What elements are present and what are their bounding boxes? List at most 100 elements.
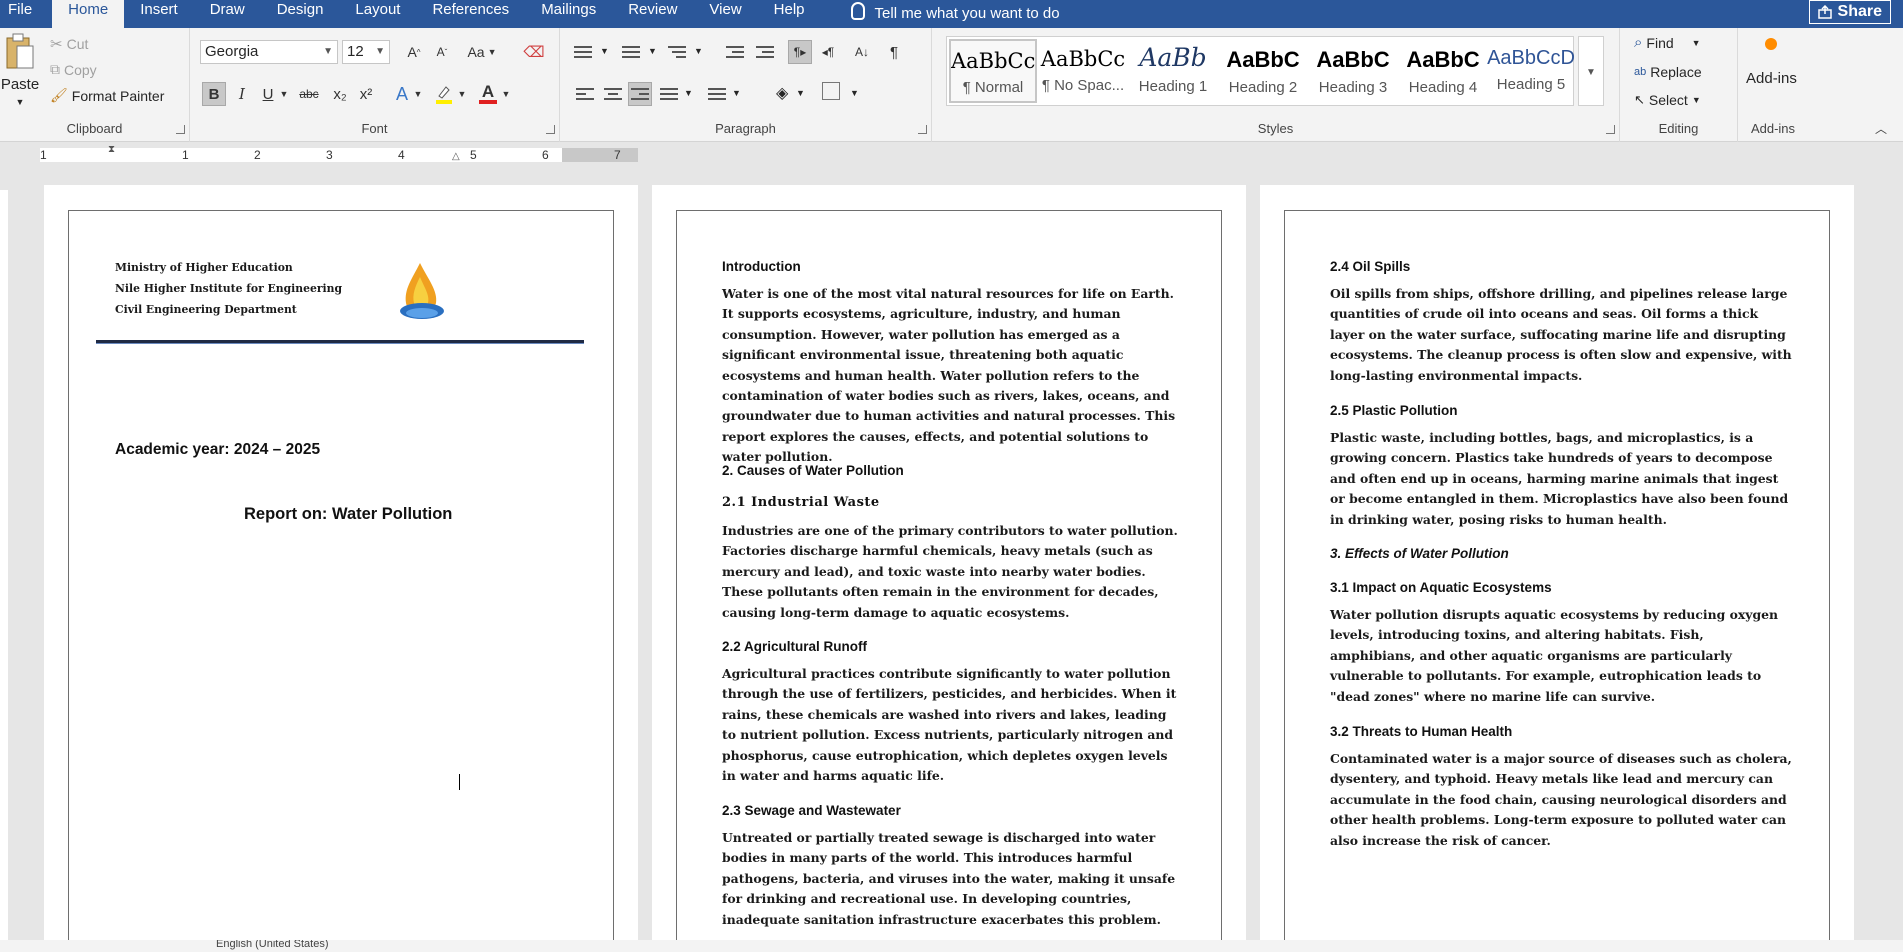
document-page-3[interactable]: 2.4 Oil Spills Oil spills from ships, of… bbox=[1260, 185, 1854, 952]
numbering-icon[interactable] bbox=[622, 46, 640, 60]
styles-launcher-icon[interactable] bbox=[1606, 125, 1615, 134]
style-normal[interactable]: AaBbCc ¶ Normal bbox=[949, 39, 1037, 103]
editing-group-label: Editing bbox=[1658, 121, 1699, 136]
increase-indent-icon[interactable] bbox=[756, 46, 774, 60]
font-launcher-icon[interactable] bbox=[546, 125, 555, 134]
decrease-indent-icon[interactable] bbox=[726, 46, 744, 60]
subscript-button[interactable]: x₂ bbox=[328, 82, 352, 106]
style-preview: AaBbCc bbox=[951, 49, 1035, 73]
select-label: Select bbox=[1648, 92, 1688, 108]
grow-font-button[interactable]: A ^ bbox=[402, 40, 426, 64]
tab-home[interactable]: Home bbox=[52, 0, 125, 28]
tab-design[interactable]: Design bbox=[261, 0, 340, 28]
chevron-down-icon[interactable]: ▼ bbox=[694, 46, 703, 56]
right-indent-marker-icon[interactable]: △ bbox=[452, 151, 460, 162]
italic-button[interactable]: I bbox=[230, 82, 254, 106]
paragraph: Industries are one of the primary contri… bbox=[722, 523, 1178, 620]
select-button[interactable]: ↖ Select ▼ bbox=[1634, 92, 1701, 108]
chevron-down-icon[interactable]: ▼ bbox=[648, 46, 657, 56]
language-status[interactable]: English (United States) bbox=[216, 940, 329, 950]
addins-button[interactable]: Add-ins bbox=[1746, 38, 1797, 87]
shrink-font-icon: A bbox=[436, 45, 445, 59]
paragraph-group: ▼ ▼ ▼ ¶▸ ◂¶ A↓ ¶ ▼ ▼ ◈ ▼ ▼ Paragraph bbox=[560, 28, 932, 142]
clear-formatting-button[interactable]: ⌫ bbox=[522, 40, 546, 64]
share-button[interactable]: Share bbox=[1808, 0, 1891, 24]
font-family-select[interactable]: Georgia ▼ bbox=[200, 40, 338, 64]
strikethrough-button[interactable]: abc bbox=[294, 82, 324, 106]
font-size-select[interactable]: 12 ▼ bbox=[342, 40, 390, 64]
style-preview: AaBbCcD bbox=[1487, 47, 1575, 69]
format-painter-button[interactable]: 🖌 Format Painter bbox=[50, 87, 164, 104]
ribbon-tab-bar: File Home Insert Draw Design Layout Refe… bbox=[0, 0, 1903, 28]
align-right-button[interactable] bbox=[628, 82, 652, 106]
tab-mailings[interactable]: Mailings bbox=[525, 0, 612, 28]
style-heading-5[interactable]: AaBbCcD Heading 5 bbox=[1487, 39, 1575, 103]
clipboard-launcher-icon[interactable] bbox=[176, 125, 185, 134]
styles-more-button[interactable]: ▼ bbox=[1578, 36, 1604, 106]
paste-button[interactable]: Paste ▼ bbox=[1, 32, 39, 107]
change-case-button[interactable]: Aa ▼ bbox=[464, 40, 500, 64]
underline-button[interactable]: U bbox=[256, 82, 280, 106]
tab-layout[interactable]: Layout bbox=[339, 0, 416, 28]
sort-button[interactable]: A↓ bbox=[850, 40, 874, 64]
highlight-dropdown[interactable]: ▼ bbox=[456, 82, 468, 106]
style-heading-3[interactable]: AaBbC Heading 3 bbox=[1309, 39, 1397, 103]
text-effects-dropdown[interactable]: ▼ bbox=[412, 82, 424, 106]
copy-button[interactable]: ⧉ Copy bbox=[50, 61, 97, 78]
document-page-1[interactable]: Ministry of Higher Education Nile Higher… bbox=[44, 185, 638, 952]
chevron-down-icon[interactable]: ▼ bbox=[600, 46, 609, 56]
chevron-down-icon: ▼ bbox=[1691, 37, 1701, 48]
superscript-button[interactable]: x² bbox=[354, 82, 378, 106]
tab-references[interactable]: References bbox=[416, 0, 525, 28]
find-button[interactable]: ⌕ Find ▼ bbox=[1634, 34, 1701, 51]
tab-help[interactable]: Help bbox=[758, 0, 821, 28]
multilevel-list-icon[interactable] bbox=[668, 46, 686, 60]
paragraph: Contaminated water is a major source of … bbox=[1330, 751, 1792, 848]
style-heading-4[interactable]: AaBbC Heading 4 bbox=[1399, 39, 1487, 103]
font-color-button[interactable]: A bbox=[476, 82, 500, 106]
show-marks-button[interactable]: ¶ bbox=[882, 40, 906, 64]
chevron-down-icon[interactable]: ▼ bbox=[732, 88, 741, 98]
replace-button[interactable]: ab Replace bbox=[1634, 64, 1702, 80]
tab-view[interactable]: View bbox=[693, 0, 757, 28]
tab-file[interactable]: File bbox=[0, 0, 52, 28]
document-page-2[interactable]: Introduction Water is one of the most vi… bbox=[652, 185, 1246, 952]
indent-marker-icon[interactable]: ⧗ bbox=[108, 144, 115, 155]
shading-icon[interactable]: ◈ bbox=[776, 83, 788, 103]
style-heading-2[interactable]: AaBbC Heading 2 bbox=[1219, 39, 1307, 103]
align-center-icon[interactable] bbox=[604, 88, 622, 102]
style-preview: AaBbC bbox=[1226, 47, 1300, 72]
tell-me-box[interactable]: Tell me what you want to do bbox=[850, 0, 1060, 28]
justify-icon[interactable] bbox=[660, 88, 678, 102]
paragraph: Oil spills from ships, offshore drilling… bbox=[1330, 286, 1792, 383]
line-spacing-icon[interactable] bbox=[708, 88, 726, 102]
chevron-down-icon[interactable]: ▼ bbox=[850, 88, 859, 98]
align-right-icon bbox=[631, 88, 649, 102]
subscript-icon: x₂ bbox=[333, 85, 347, 103]
tab-insert[interactable]: Insert bbox=[124, 0, 194, 28]
chevron-down-icon: ▼ bbox=[279, 89, 289, 99]
chevron-down-icon[interactable]: ▼ bbox=[684, 88, 693, 98]
borders-icon[interactable] bbox=[822, 82, 840, 100]
bold-button[interactable]: B bbox=[202, 82, 226, 106]
bullets-icon[interactable] bbox=[574, 46, 592, 60]
style-heading-1[interactable]: AaBb Heading 1 bbox=[1129, 39, 1217, 103]
paragraph-launcher-icon[interactable] bbox=[918, 125, 927, 134]
grow-font-icon: A bbox=[407, 44, 417, 60]
tab-review[interactable]: Review bbox=[612, 0, 693, 28]
highlight-button[interactable] bbox=[432, 82, 456, 106]
cut-button[interactable]: ✂ Cut bbox=[50, 35, 88, 53]
underline-dropdown[interactable]: ▼ bbox=[278, 82, 290, 106]
tab-draw[interactable]: Draw bbox=[194, 0, 261, 28]
rtl-button[interactable]: ◂¶ bbox=[816, 40, 840, 64]
ltr-button[interactable]: ¶▸ bbox=[788, 40, 812, 64]
eraser-icon: ⌫ bbox=[523, 44, 545, 61]
collapse-ribbon-icon[interactable]: ︿ bbox=[1875, 120, 1887, 137]
style-no-spacing[interactable]: AaBbCc ¶ No Spac... bbox=[1039, 39, 1127, 103]
shrink-font-button[interactable]: Aˇ bbox=[430, 40, 454, 64]
font-color-dropdown[interactable]: ▼ bbox=[500, 82, 512, 106]
align-left-icon[interactable] bbox=[576, 88, 594, 102]
chevron-down-icon[interactable]: ▼ bbox=[796, 88, 805, 98]
report-title: Report on: Water Pollution bbox=[244, 505, 453, 523]
text-effects-button[interactable]: A bbox=[390, 82, 414, 106]
